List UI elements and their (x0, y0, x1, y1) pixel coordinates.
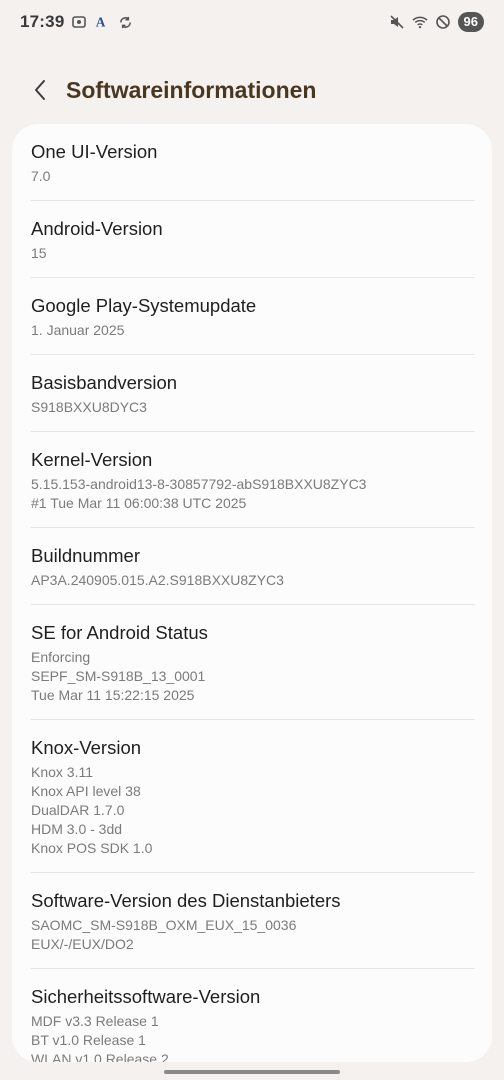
software-info-list: One UI-Version 7.0 Android-Version 15 Go… (12, 124, 492, 1062)
list-item-google-play-systemupdate[interactable]: Google Play-Systemupdate 1. Januar 2025 (31, 278, 475, 355)
item-value: AP3A.240905.015.A2.S918BXXU8ZYC3 (31, 572, 284, 588)
item-title: Kernel-Version (31, 449, 153, 470)
do-not-disturb-icon (435, 14, 451, 30)
navigation-handle[interactable] (164, 1070, 340, 1074)
item-value: MDF v3.3 Release 1 BT v1.0 Release 1 WLA… (31, 1013, 169, 1062)
list-item-buildnummer[interactable]: Buildnummer AP3A.240905.015.A2.S918BXXU8… (31, 528, 475, 605)
app-header: Softwareinformationen (0, 62, 504, 118)
item-title: Basisbandversion (31, 372, 178, 393)
item-value: 5.15.153-android13-8-30857792-abS918BXXU… (31, 476, 367, 511)
list-item-software-version-dienstanbieter[interactable]: Software-Version des Dienstanbieters SAO… (31, 873, 475, 969)
status-bar-right: 96 (389, 12, 484, 32)
font-a-icon: A (94, 14, 110, 30)
item-title: Android-Version (31, 218, 163, 239)
page-title: Softwareinformationen (66, 76, 317, 103)
sync-icon (117, 14, 133, 30)
svg-text:A: A (96, 14, 106, 29)
list-item-basisbandversion[interactable]: Basisbandversion S918BXXU8DYC3 (31, 355, 475, 432)
list-item-android-version[interactable]: Android-Version 15 (31, 201, 475, 278)
list-item-sicherheitssoftware-version[interactable]: Sicherheitssoftware-Version MDF v3.3 Rel… (31, 969, 475, 1062)
item-value: 15 (31, 245, 47, 261)
item-title: Buildnummer (31, 545, 140, 566)
item-title: One UI-Version (31, 141, 158, 162)
item-value: 7.0 (31, 168, 51, 184)
item-value: SAOMC_SM-S918B_OXM_EUX_15_0036 EUX/-/EUX… (31, 917, 297, 952)
battery-indicator: 96 (457, 12, 484, 32)
item-value: Enforcing SEPF_SM-S918B_13_0001 Tue Mar … (31, 649, 206, 703)
mute-icon (389, 14, 405, 30)
list-item-kernel-version[interactable]: Kernel-Version 5.15.153-android13-8-3085… (31, 432, 475, 528)
item-title: Software-Version des Dienstanbieters (31, 890, 341, 911)
status-bar-left: 17:39 A (20, 12, 133, 32)
status-bar: 17:39 A 96 (0, 0, 504, 44)
item-title: Knox-Version (31, 737, 142, 758)
list-item-se-for-android-status[interactable]: SE for Android Status Enforcing SEPF_SM-… (31, 605, 475, 720)
list-item-one-ui-version[interactable]: One UI-Version 7.0 (31, 124, 475, 201)
item-title: SE for Android Status (31, 622, 208, 643)
item-value: S918BXXU8DYC3 (31, 399, 147, 415)
wifi-icon (411, 14, 428, 30)
item-title: Google Play-Systemupdate (31, 295, 257, 316)
clock: 17:39 (20, 12, 65, 31)
item-value: Knox 3.11 Knox API level 38 DualDAR 1.7.… (31, 764, 153, 856)
item-title: Sicherheitssoftware-Version (31, 986, 261, 1007)
chevron-left-icon (35, 80, 45, 100)
list-item-knox-version[interactable]: Knox-Version Knox 3.11 Knox API level 38… (31, 720, 475, 873)
screenshot-icon (71, 14, 87, 30)
back-button[interactable] (20, 70, 60, 110)
item-value: 1. Januar 2025 (31, 322, 125, 338)
